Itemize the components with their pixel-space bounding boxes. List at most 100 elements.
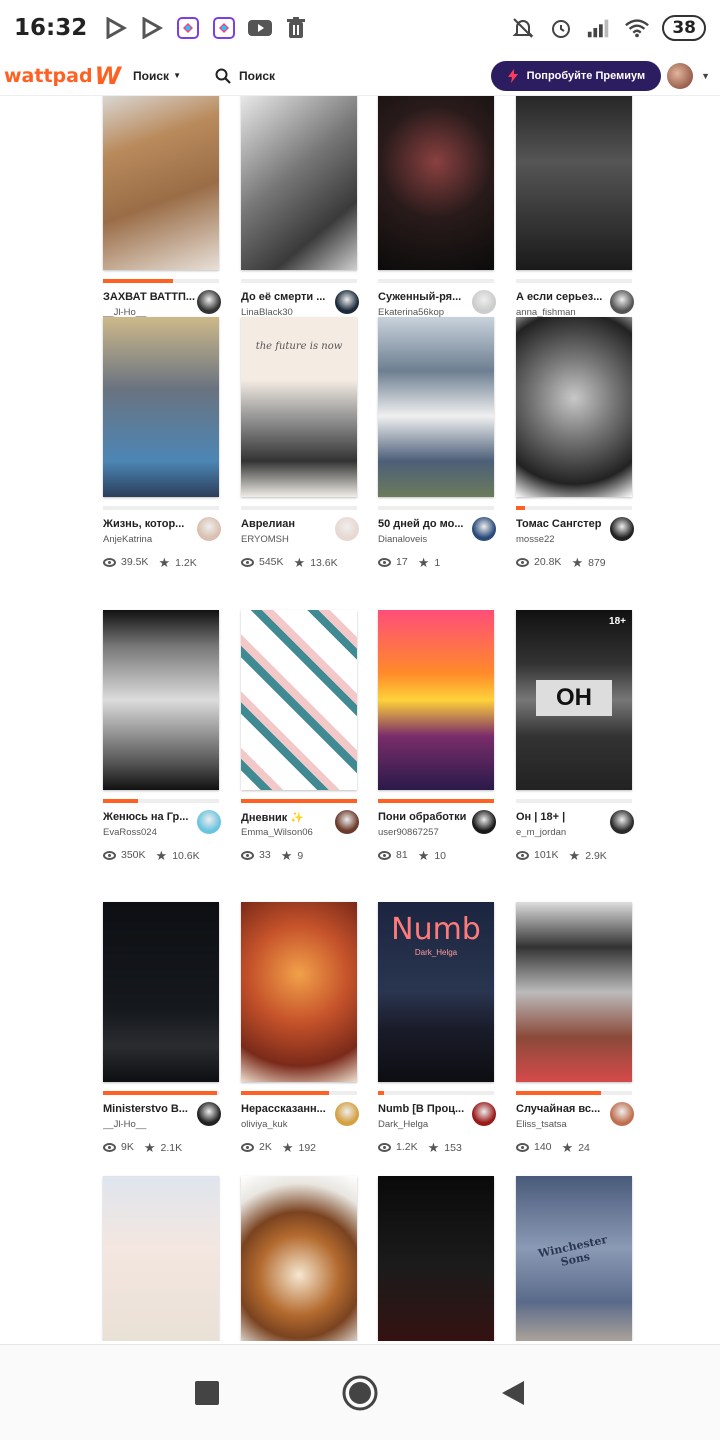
story-card[interactable]: 50 дней до мо... Dianaloveis 17 ★ 1 [378,317,496,617]
story-cover[interactable] [241,1176,357,1341]
reads-count: 39.5K [121,556,149,568]
story-card[interactable]: Пони обработки user90867257 81 ★ 10 [378,610,496,910]
story-title[interactable]: Томас Сангстер [516,518,610,530]
user-avatar[interactable] [667,62,694,89]
story-author[interactable]: AnjeKatrina [103,534,195,545]
story-cover[interactable]: Numb Dark_Helga [378,902,494,1082]
story-author[interactable]: Dianaloveis [378,534,470,545]
story-cover[interactable] [103,317,219,497]
story-cover[interactable] [103,96,219,270]
author-avatar[interactable] [472,290,496,314]
story-title[interactable]: Дневник ✨ [241,811,335,824]
story-card[interactable]: Numb Dark_Helga Numb [В Проц... Dark_Helga 1… [378,902,496,1202]
story-title[interactable]: Нерассказанн... [241,1103,335,1115]
browse-dropdown[interactable]: Поиск ▼ [133,69,181,83]
story-title[interactable]: Он | 18+ | [516,811,610,823]
story-cover[interactable] [516,317,632,497]
story-title[interactable]: Суженный-ря... [378,291,472,303]
author-avatar[interactable] [335,1102,359,1126]
status-bar: 16:32 38 [0,0,720,56]
author-avatar[interactable] [472,1102,496,1126]
author-avatar[interactable] [472,810,496,834]
story-title[interactable]: Пони обработки [378,811,472,823]
story-card[interactable] [378,1176,496,1341]
story-title[interactable]: Жизнь, котор... [103,518,197,530]
author-avatar[interactable] [197,810,221,834]
story-title[interactable]: Случайная вс... [516,1103,610,1115]
search-button[interactable]: Поиск [215,68,275,84]
story-stats: 33 ★ 9 [241,846,361,866]
author-avatar[interactable] [472,517,496,541]
story-cover[interactable] [241,96,357,270]
votes-count: 13.6K [310,556,338,569]
story-card[interactable]: Томас Сангстер mosse22 20.8K ★ 879 [516,317,634,617]
author-avatar[interactable] [610,290,634,314]
story-author[interactable]: ERYOMSH [241,534,333,545]
author-avatar[interactable] [197,517,221,541]
story-card[interactable]: Женюсь на Гр... EvaRoss024 350K ★ 10.6K [103,610,221,910]
story-card[interactable]: Нерассказанн... oliviya_kuk 2K ★ 192 [241,902,359,1202]
story-title[interactable]: Ministerstvo B... [103,1103,197,1115]
star-icon: ★ [568,847,581,863]
story-author[interactable]: user90867257 [378,827,470,838]
story-card[interactable]: Случайная вс... Eliss_tsatsa 140 ★ 24 [516,902,634,1202]
story-title[interactable]: Numb [В Проц... [378,1103,472,1115]
author-avatar[interactable] [197,290,221,314]
chevron-down-icon[interactable]: ▼ [701,71,710,81]
story-stats: 140 ★ 24 [516,1138,636,1158]
home-button[interactable] [340,1373,380,1413]
story-cover[interactable]: the future is now [241,317,357,497]
story-author[interactable]: __Jl-Ho__ [103,1119,195,1130]
back-button[interactable] [493,1373,533,1413]
story-title[interactable]: Аврелиан [241,518,335,530]
story-author[interactable]: e_m_jordan [516,827,608,838]
author-avatar[interactable] [610,810,634,834]
author-avatar[interactable] [610,1102,634,1126]
story-title[interactable]: До её смерти ... [241,291,335,303]
eye-icon [241,850,254,860]
story-cover[interactable] [378,1176,494,1341]
reads-stat: 545K [241,553,284,571]
story-cover[interactable] [378,96,494,270]
story-cover[interactable]: 18+ OH [516,610,632,790]
story-cover[interactable] [378,610,494,790]
author-avatar[interactable] [197,1102,221,1126]
story-author[interactable]: mosse22 [516,534,608,545]
story-title[interactable]: ЗАХВАТ ВАТТП... [103,291,197,303]
story-card[interactable]: Winchester Sons [516,1176,634,1341]
story-cover[interactable] [516,96,632,270]
story-card[interactable] [241,1176,359,1341]
premium-button[interactable]: Попробуйте Премиум [490,60,662,91]
story-author[interactable]: Dark_Helga [378,1119,470,1130]
story-card[interactable]: Дневник ✨ Emma_Wilson06 33 ★ 9 [241,610,359,910]
premium-label: Попробуйте Премиум [526,69,646,82]
wattpad-logo[interactable]: wattpad W [4,62,121,90]
story-author[interactable]: oliviya_kuk [241,1119,333,1130]
story-title[interactable]: 50 дней до мо... [378,518,472,530]
story-card[interactable]: the future is now Аврелиан ERYOMSH 545K ★ 13.… [241,317,359,617]
story-cover[interactable] [241,902,357,1082]
story-author[interactable]: EvaRoss024 [103,827,195,838]
author-avatar[interactable] [335,810,359,834]
story-card[interactable]: Жизнь, котор... AnjeKatrina 39.5K ★ 1.2K [103,317,221,617]
story-author[interactable]: Emma_Wilson06 [241,827,333,838]
story-title[interactable]: Женюсь на Гр... [103,811,197,823]
story-cover[interactable] [103,1176,219,1341]
story-author[interactable]: Eliss_tsatsa [516,1119,608,1130]
story-cover[interactable]: Winchester Sons [516,1176,632,1341]
story-card[interactable] [103,1176,221,1341]
story-cover[interactable] [103,902,219,1082]
votes-count: 153 [444,1141,462,1154]
author-avatar[interactable] [335,290,359,314]
story-cover[interactable] [516,902,632,1082]
author-avatar[interactable] [610,517,634,541]
story-card[interactable]: 18+ OH Он | 18+ | e_m_jordan 101K ★ 2.9K [516,610,634,910]
story-stats: 20.8K ★ 879 [516,553,636,573]
story-cover[interactable] [378,317,494,497]
story-title[interactable]: А если серьез... [516,291,610,303]
story-card[interactable]: Ministerstvo B... __Jl-Ho__ 9K ★ 2.1K [103,902,221,1202]
story-cover[interactable] [103,610,219,790]
story-cover[interactable] [241,610,357,790]
recents-button[interactable] [187,1373,227,1413]
author-avatar[interactable] [335,517,359,541]
